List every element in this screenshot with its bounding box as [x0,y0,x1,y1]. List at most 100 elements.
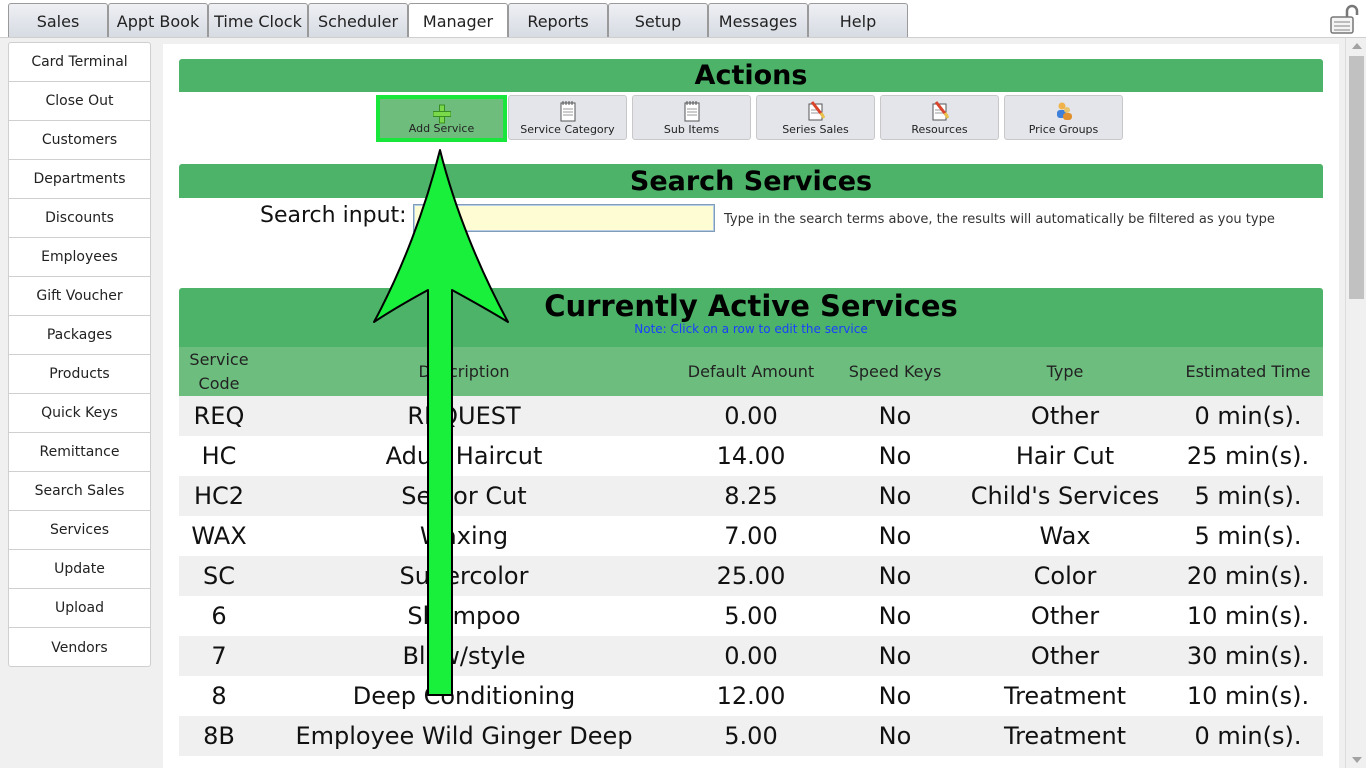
cell-amount: 25.00 [669,556,833,596]
sidebar-item-close-out[interactable]: Close Out [9,82,150,121]
table-row[interactable]: 8 Deep Conditioning 12.00 No Treatment 1… [179,676,1323,716]
search-hint: Type in the search terms above, the resu… [724,212,1275,227]
cell-type: Treatment [957,716,1173,756]
sidebar-item-discounts[interactable]: Discounts [9,199,150,238]
price-groups-button[interactable]: Price Groups [1004,95,1123,140]
cell-amount: 0.00 [669,636,833,676]
resources-label: Resources [911,123,968,136]
actions-header: Actions [179,59,1323,92]
cell-description: Blow/style [259,636,669,676]
table-row[interactable]: WAX Waxing 7.00 No Wax 5 min(s). [179,516,1323,556]
sidebar-item-vendors[interactable]: Vendors [9,628,150,667]
tab-messages[interactable]: Messages [708,3,808,38]
table-row[interactable]: 6 Shampoo 5.00 No Other 10 min(s). [179,596,1323,636]
table-row[interactable]: HC Adult Haircut 14.00 No Hair Cut 25 mi… [179,436,1323,476]
column-header-type[interactable]: Type [957,347,1173,396]
tab-appt-book[interactable]: Appt Book [108,3,208,38]
tab-reports[interactable]: Reports [508,3,608,38]
tab-sales[interactable]: Sales [8,3,108,38]
cell-time: 30 min(s). [1173,636,1323,676]
table-header-row: Service Code Description Default Amount … [179,347,1323,396]
table-row[interactable]: HC2 Senior Cut 8.25 No Child's Services … [179,476,1323,516]
cell-amount: 5.00 [669,716,833,756]
table-row[interactable]: REQ REQUEST 0.00 No Other 0 min(s). [179,396,1323,436]
scroll-down-icon[interactable] [1352,757,1362,763]
sidebar-item-customers[interactable]: Customers [9,121,150,160]
green-plus-icon [432,104,451,124]
sidebar-item-products[interactable]: Products [9,355,150,394]
table-row[interactable]: SC Supercolor 25.00 No Color 20 min(s). [179,556,1323,596]
cell-code: 7 [179,636,259,676]
cell-description: Adult Haircut [259,436,669,476]
cell-time: 10 min(s). [1173,596,1323,636]
cell-description: Senior Cut [259,476,669,516]
series-sales-label: Series Sales [782,123,849,136]
sidebar-item-card-terminal[interactable]: Card Terminal [9,43,150,82]
services-note: Note: Click on a row to edit the service [634,322,868,336]
cell-time: 0 min(s). [1173,396,1323,436]
cell-code: 6 [179,596,259,636]
add-service-button[interactable]: Add Service [376,95,507,142]
sidebar-item-gift-voucher[interactable]: Gift Voucher [9,277,150,316]
lock-icon[interactable] [1328,3,1360,35]
notepad-icon [560,101,575,122]
sidebar-item-upload[interactable]: Upload [9,589,150,628]
sidebar-item-quick-keys[interactable]: Quick Keys [9,394,150,433]
sidebar-item-departments[interactable]: Departments [9,160,150,199]
column-header-service-code[interactable]: Service Code [179,347,259,396]
cell-speed-keys: No [833,636,957,676]
price-groups-label: Price Groups [1028,123,1099,136]
service-category-label: Service Category [520,123,615,136]
cell-amount: 14.00 [669,436,833,476]
sidebar-item-packages[interactable]: Packages [9,316,150,355]
tab-time-clock[interactable]: Time Clock [208,3,308,38]
sidebar-item-update[interactable]: Update [9,550,150,589]
resources-button[interactable]: Resources [880,95,999,140]
cell-amount: 5.00 [669,596,833,636]
table-row[interactable]: 7 Blow/style 0.00 No Other 30 min(s). [179,636,1323,676]
main-tabs: Sales Appt Book Time Clock Scheduler Man… [8,3,908,39]
column-header-description[interactable]: Description [259,347,669,396]
top-bar: Sales Appt Book Time Clock Scheduler Man… [0,0,1366,39]
cell-description: Shampoo [259,596,669,636]
services-header: Currently Active Services [179,288,1323,347]
sidebar-item-search-sales[interactable]: Search Sales [9,472,150,511]
column-header-estimated-time[interactable]: Estimated Time [1173,347,1323,396]
cell-description: Deep Conditioning [259,676,669,716]
series-sales-button[interactable]: Series Sales [756,95,875,140]
tab-scheduler[interactable]: Scheduler [308,3,408,38]
notepad-icon [684,101,699,122]
column-header-speed-keys[interactable]: Speed Keys [833,347,957,396]
sidebar-item-remittance[interactable]: Remittance [9,433,150,472]
cell-type: Treatment [957,676,1173,716]
sub-items-button[interactable]: Sub Items [632,95,751,140]
sidebar-item-employees[interactable]: Employees [9,238,150,277]
search-input[interactable] [413,204,715,232]
scroll-thumb[interactable] [1349,56,1364,299]
cell-speed-keys: No [833,716,957,756]
cell-type: Other [957,596,1173,636]
tab-help[interactable]: Help [808,3,908,38]
cell-time: 5 min(s). [1173,476,1323,516]
tab-manager[interactable]: Manager [408,3,508,39]
cell-type: Other [957,396,1173,436]
sidebar: Card Terminal Close Out Customers Depart… [8,42,151,667]
cell-time: 20 min(s). [1173,556,1323,596]
column-header-default-amount[interactable]: Default Amount [669,347,833,396]
people-icon [1056,102,1072,120]
search-input-label: Search input: [260,203,407,228]
actions-toolbar: Add Service Service Category Sub Items S… [376,95,1128,142]
sidebar-item-services[interactable]: Services [9,511,150,550]
table-row[interactable]: 8B Employee Wild Ginger Deep 5.00 No Tre… [179,716,1323,756]
service-category-button[interactable]: Service Category [508,95,627,140]
sub-items-label: Sub Items [663,123,720,136]
cell-speed-keys: No [833,396,957,436]
cell-speed-keys: No [833,596,957,636]
vertical-scrollbar[interactable] [1345,38,1366,768]
cell-amount: 0.00 [669,396,833,436]
scroll-up-icon[interactable] [1352,43,1362,49]
tab-setup[interactable]: Setup [608,3,708,38]
cell-type: Color [957,556,1173,596]
cell-time: 10 min(s). [1173,676,1323,716]
pencil-paper-icon [932,101,949,121]
